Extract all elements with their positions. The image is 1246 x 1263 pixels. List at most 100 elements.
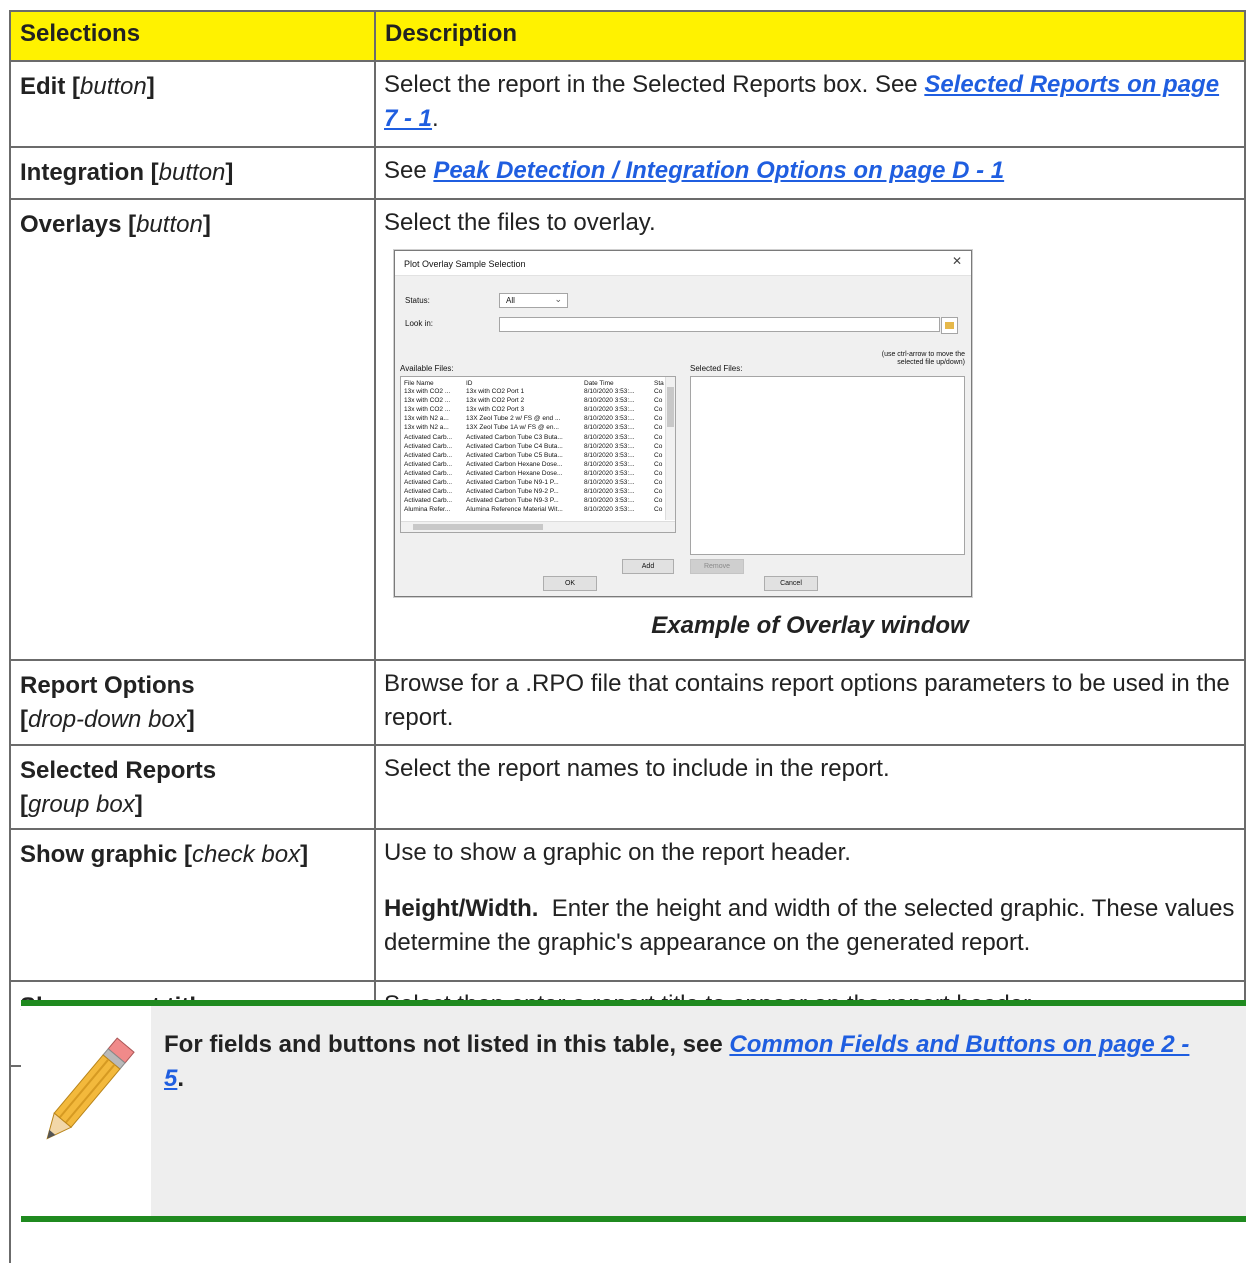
header-selections: Selections xyxy=(9,10,376,62)
dialog-title: Plot Overlay Sample Selection xyxy=(404,259,526,269)
horizontal-scrollbar[interactable] xyxy=(401,521,675,532)
list-cell: 8/10/2020 3:53:... xyxy=(584,479,635,486)
list-cell: Co xyxy=(654,433,663,441)
dialog-titlebar: Plot Overlay Sample Selection ✕ xyxy=(395,251,971,276)
status-value: All xyxy=(506,296,515,305)
status-dropdown[interactable]: All ⌄ xyxy=(499,293,568,308)
list-cell: Activated Carbon Tube C5 Buta... xyxy=(466,451,563,459)
available-files-list[interactable]: File Name ID Date Time Sta 13x with CO2 ... 1… xyxy=(400,376,676,533)
list-cell: 8/10/2020 3:53:... xyxy=(584,497,635,505)
table-row: Edit [button] Select the report in the S… xyxy=(9,60,1246,148)
list-cell: 8/10/2020 3:53:... xyxy=(584,506,635,514)
list-cell: 8/10/2020 3:53:... xyxy=(584,388,635,395)
list-cell: ID xyxy=(466,380,473,387)
description-cell: Select the report names to include in th… xyxy=(374,744,1246,830)
list-cell: File Name xyxy=(404,380,434,387)
close-icon[interactable]: ✕ xyxy=(952,255,962,267)
note-box: For fields and buttons not listed in thi… xyxy=(9,958,1246,1263)
list-cell: 13x with CO2 ... xyxy=(404,406,451,414)
list-cell: Activated Carbon Hexane Dose... xyxy=(466,469,563,477)
list-cell: Activated Carb... xyxy=(404,469,453,477)
selection-cell: Report Options [drop-down box] xyxy=(9,659,376,746)
list-cell: 13x with N2 a... xyxy=(404,415,449,423)
list-cell: 8/10/2020 3:53:... xyxy=(584,488,635,496)
selection-close: ] xyxy=(186,706,195,733)
list-cell: Co xyxy=(654,460,663,468)
list-cell: Co xyxy=(654,497,663,505)
list-cell: Date Time xyxy=(584,380,614,387)
remove-button[interactable]: Remove xyxy=(690,559,744,574)
cancel-button[interactable]: Cancel xyxy=(764,576,818,591)
selection-close: ] xyxy=(134,791,143,818)
note-text: For fields and buttons not listed in thi… xyxy=(164,1028,1204,1096)
description-paragraph: Height/Width. Enter the height and width… xyxy=(384,892,1236,960)
list-cell: Co xyxy=(654,424,663,432)
list-cell: Activated Carbon Hexane Dose... xyxy=(466,460,563,468)
description-cell: Select the report in the Selected Report… xyxy=(374,60,1246,148)
figure-caption: Example of Overlay window xyxy=(651,612,969,639)
selection-type: button xyxy=(136,211,203,238)
selection-close: ] xyxy=(225,159,234,186)
list-cell: 13x with CO2 ... xyxy=(404,397,451,405)
list-cell: 8/10/2020 3:53:... xyxy=(584,424,635,432)
list-cell: 13X Zeol Tube 1A w/ FS @ en... xyxy=(466,424,559,432)
description-cell: Browse for a .RPO file that contains rep… xyxy=(374,659,1246,746)
selection-cell: Selected Reports [group box] xyxy=(9,744,376,830)
description-end: . xyxy=(432,105,439,132)
add-button[interactable]: Add xyxy=(622,559,674,574)
note-body: For fields and buttons not listed in thi… xyxy=(164,1031,730,1058)
table-row: Integration [button] See Peak Detection … xyxy=(9,146,1246,200)
list-cell: Activated Carbon Tube N9-3 P... xyxy=(466,497,559,505)
list-cell: Activated Carb... xyxy=(404,460,453,468)
link-peak-detection[interactable]: Peak Detection / Integration Options on … xyxy=(433,157,1004,184)
list-cell: 13x with CO2 Port 3 xyxy=(466,406,525,414)
selection-type: group box xyxy=(28,791,135,818)
list-cell: 13x with CO2 ... xyxy=(404,388,451,395)
list-cell: Co xyxy=(654,451,663,459)
vertical-scrollbar[interactable] xyxy=(665,377,675,520)
lookin-label: Look in: xyxy=(405,319,434,328)
list-cell: Activated Carb... xyxy=(404,497,453,505)
chevron-down-icon: ⌄ xyxy=(554,294,562,304)
list-cell: 13X Zeol Tube 2 w/ FS @ end ... xyxy=(466,415,561,423)
folder-icon[interactable] xyxy=(941,317,958,334)
pencil-icon xyxy=(46,1037,135,1140)
description-cell: Select the files to overlay. Plot Overla… xyxy=(374,198,1246,661)
list-cell: 8/10/2020 3:53:... xyxy=(584,460,635,468)
selected-files-label: Selected Files: xyxy=(690,364,743,373)
description-text: Select the files to overlay. xyxy=(384,209,656,236)
selection-type: check box xyxy=(192,841,301,868)
selection-cell: Edit [button] xyxy=(9,60,376,148)
selection-name: Show graphic [ xyxy=(20,841,193,868)
list-cell: 8/10/2020 3:53:... xyxy=(584,415,635,423)
note-end: . xyxy=(177,1065,185,1092)
selection-type: button xyxy=(158,159,226,186)
list-cell: Co xyxy=(654,442,663,450)
description-text: Use to show a graphic on the report head… xyxy=(384,839,851,866)
list-cell: Co xyxy=(654,397,663,405)
list-cell: Co xyxy=(654,506,663,514)
list-cell: Co xyxy=(654,388,663,395)
available-files-label: Available Files: xyxy=(400,364,454,373)
selection-bracket: [ xyxy=(20,791,28,818)
selection-bracket: [ xyxy=(20,706,28,733)
description-text: Select the report in the Selected Report… xyxy=(384,71,925,98)
table-row: Selected Reports [group box] Select the r… xyxy=(9,744,1246,830)
selection-close: ] xyxy=(300,841,309,868)
description-text: Browse for a .RPO file that contains rep… xyxy=(384,670,1230,731)
list-cell: Co xyxy=(654,479,663,486)
list-cell: Sta xyxy=(654,380,664,387)
lookin-field[interactable] xyxy=(499,317,940,332)
note-icon-area xyxy=(21,1006,151,1216)
list-cell: Activated Carbon Tube C3 Buta... xyxy=(466,433,563,441)
selection-name: Overlays [ xyxy=(20,211,137,238)
list-cell: Co xyxy=(654,406,663,414)
selected-files-list[interactable] xyxy=(690,376,965,555)
ok-button[interactable]: OK xyxy=(543,576,597,591)
list-cell: Alumina Reference Material Wit... xyxy=(466,506,563,514)
list-cell: Activated Carb... xyxy=(404,433,453,441)
list-cell: Activated Carbon Tube C4 Buta... xyxy=(466,442,563,450)
description-text: Select the report names to include in th… xyxy=(384,755,890,782)
selection-name: Integration [ xyxy=(20,159,159,186)
selection-type: button xyxy=(80,73,147,100)
